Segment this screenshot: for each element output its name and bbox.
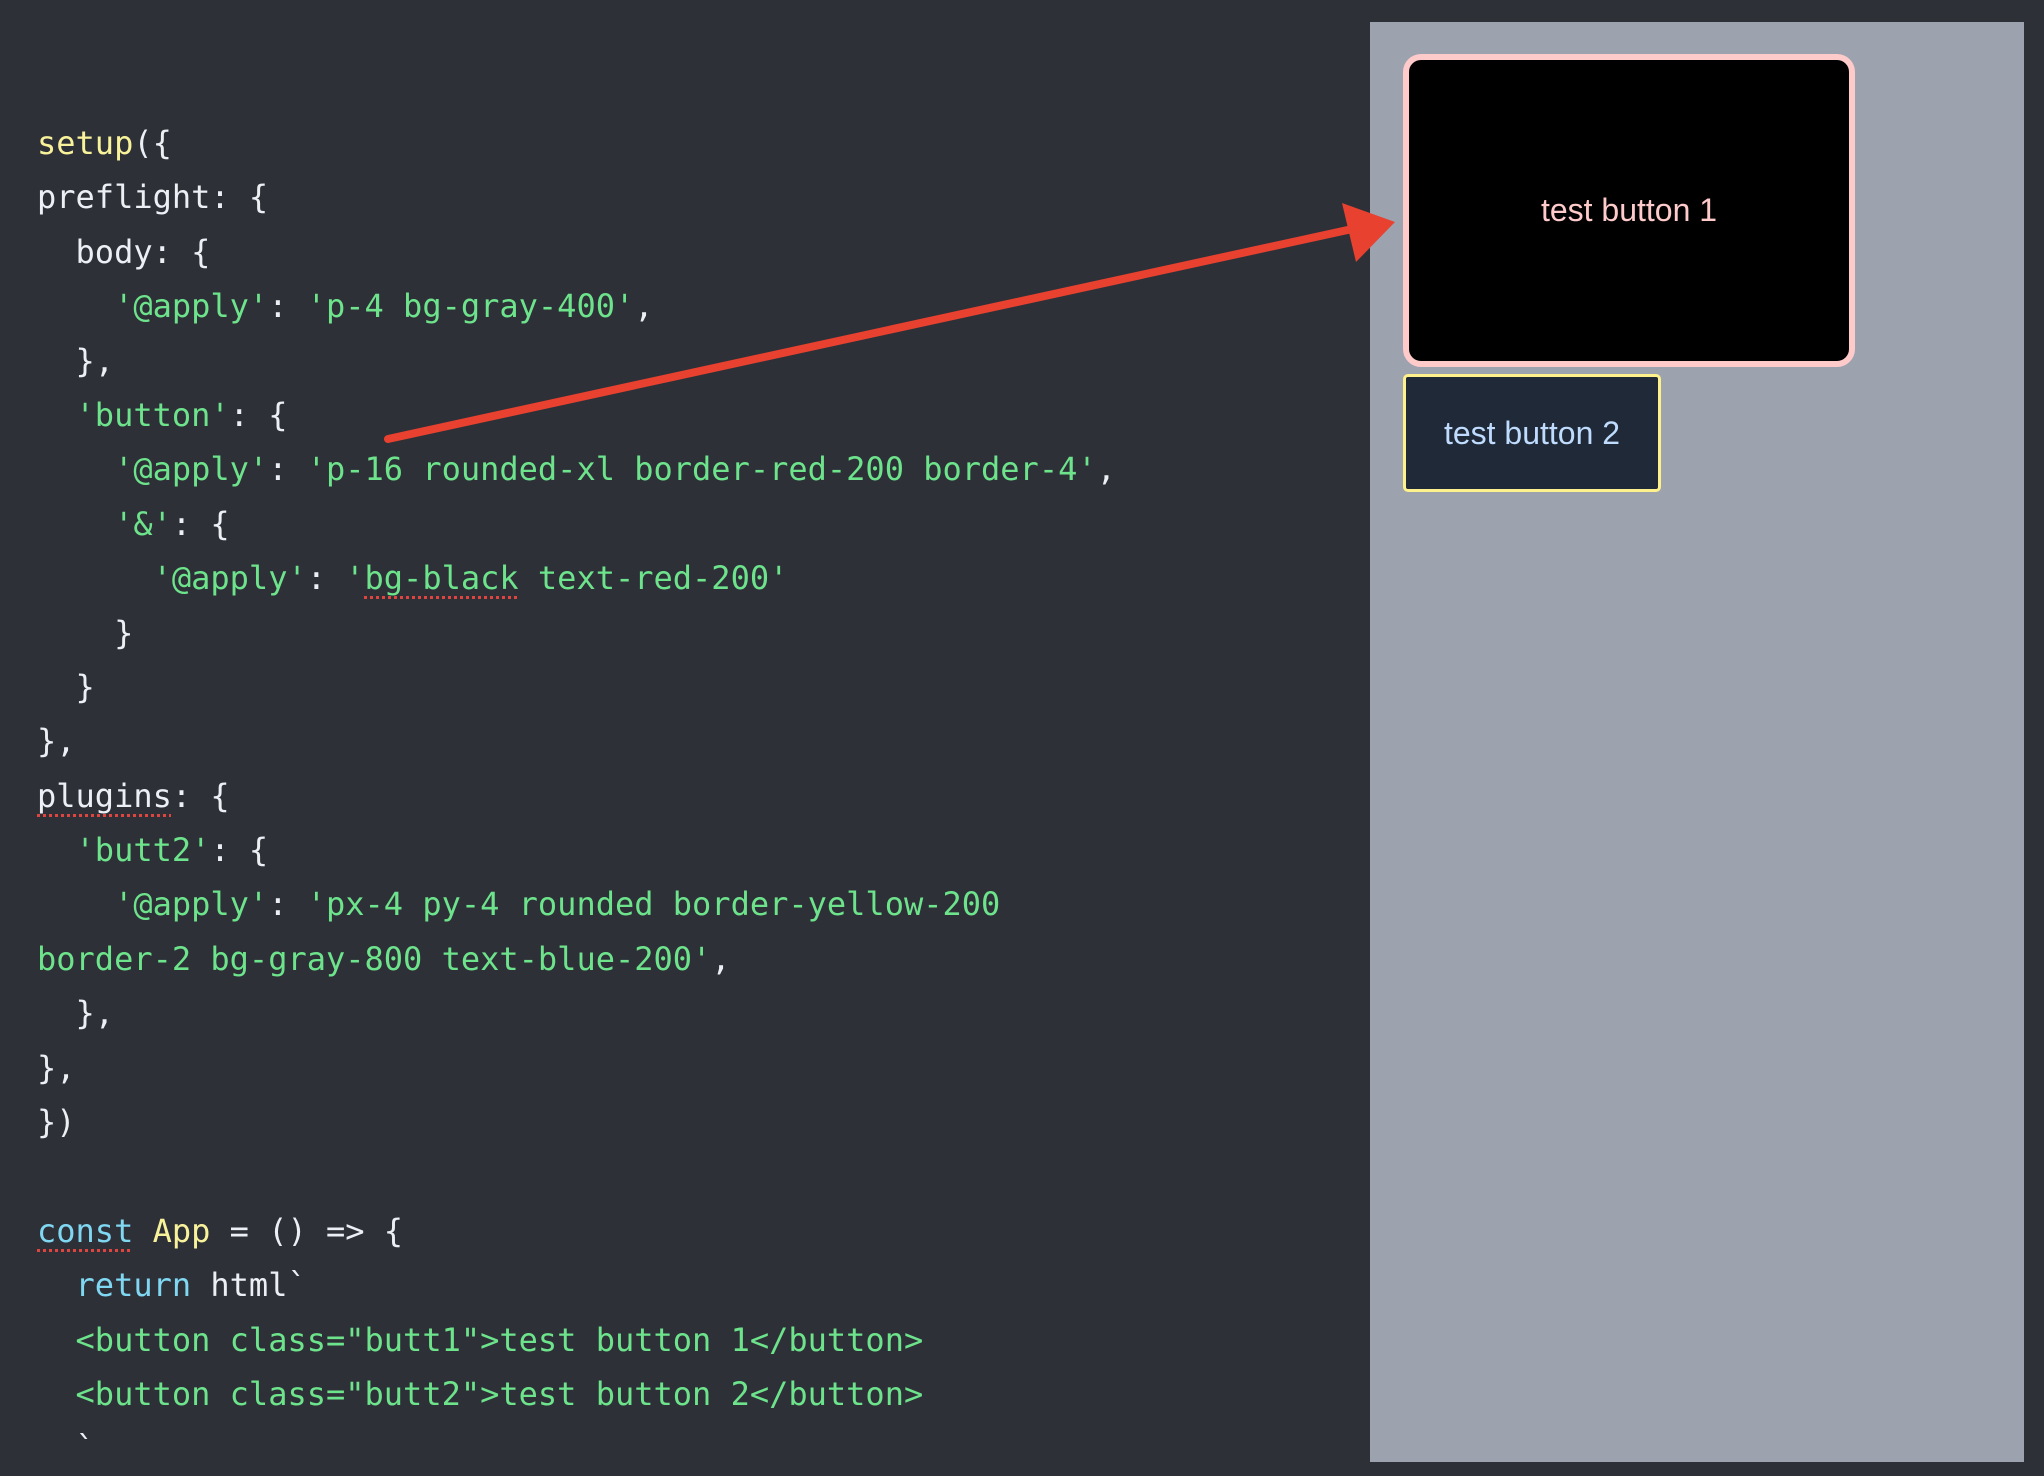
code-line: '&': { [37,497,1116,551]
code-token: ({ [133,124,172,162]
test-button-1[interactable]: test button 1 [1403,54,1855,367]
code-line: body: { [37,225,1116,279]
code-token: }) [37,1103,76,1142]
code-token: }, [37,994,115,1033]
code-token: }, [37,341,115,380]
code-line: plugins: { [37,769,1116,823]
code-token: : { [171,504,230,543]
code-token: }, [37,1048,76,1087]
code-token: : [268,885,307,924]
code-line: }, [37,334,1116,388]
code-line: } [37,606,1116,660]
code-token: '@apply' [114,287,269,326]
code-token: : [268,450,307,489]
code-token: App [152,1211,211,1250]
code-line: '@apply': 'bg-black text-red-200' [37,551,1116,605]
code-token: } [37,667,95,706]
code-token: return [75,1266,192,1305]
code-token: } [37,613,134,652]
code-token: '@apply' [114,450,269,489]
code-token: : { [171,776,230,815]
code-token: const [37,1211,134,1250]
test-button-2[interactable]: test button 2 [1403,374,1661,492]
code-line: const App = () => { [37,1204,1116,1258]
code-line: border-2 bg-gray-800 text-blue-200', [37,932,1116,986]
code-token: '&' [114,504,172,543]
code-token: 'px-4 py-4 rounded border-yellow-200 [306,885,1001,924]
code-token: plugins [37,776,172,815]
code-token: : [268,287,307,326]
code-token: , [1096,450,1116,489]
code-token: border-2 bg-gray-800 text-blue-200' [37,939,712,978]
code-line: '@apply': 'p-16 rounded-xl border-red-20… [37,442,1116,496]
code-token: <button class="butt2">test button 2</but… [37,1374,924,1413]
code-token: bg-black [364,559,519,598]
preview-panel: test button 1 test button 2 [1370,22,2024,1462]
code-line: preflight: { [37,170,1116,224]
code-line: }, [37,1041,1116,1095]
code-line: 'butt2': { [37,823,1116,877]
code-line: '@apply': 'px-4 py-4 rounded border-yell… [37,877,1116,931]
code-token: 'p-4 bg-gray-400' [306,287,635,326]
code-line: '@apply': 'p-4 bg-gray-400', [37,279,1116,333]
code-token: setup [37,124,134,162]
code-token: <button class="butt1">test button 1</but… [37,1320,924,1359]
code-line: }) [37,1095,1116,1149]
code-token: 'p-16 rounded-xl border-red-200 border-4… [306,450,1097,489]
code-token: , [634,287,654,326]
code-token: '@apply' [114,885,269,924]
code-line: } [37,660,1116,714]
code-line: setup({ [37,116,1116,170]
code-token: , [711,939,731,978]
code-token: '@apply' [152,559,307,598]
code-block: setup({preflight: { body: { '@apply': 'p… [37,116,1116,1476]
code-editor-panel: setup({preflight: { body: { '@apply': 'p… [0,0,1370,1467]
code-token: 'button' [75,395,230,434]
code-token: text-red-200' [518,559,789,598]
code-token: preflight: { [37,178,269,217]
code-token: : { [229,395,288,434]
code-token: 'butt2' [75,831,211,870]
code-line: <button class="butt1">test button 1</but… [37,1313,1116,1367]
code-line: <button class="butt2">test button 2</but… [37,1367,1116,1421]
code-token: html` [191,1266,307,1305]
code-line: ` [37,1421,1116,1475]
code-line: }, [37,714,1116,768]
code-token: }, [37,722,76,761]
code-line: return html` [37,1258,1116,1312]
code-token: : { [210,831,269,870]
code-token: ' [345,559,365,598]
code-token: body: { [37,232,211,271]
code-line: }, [37,986,1116,1040]
code-line: 'button': { [37,388,1116,442]
code-token: = () => { [210,1211,404,1250]
code-token: : [306,559,346,598]
